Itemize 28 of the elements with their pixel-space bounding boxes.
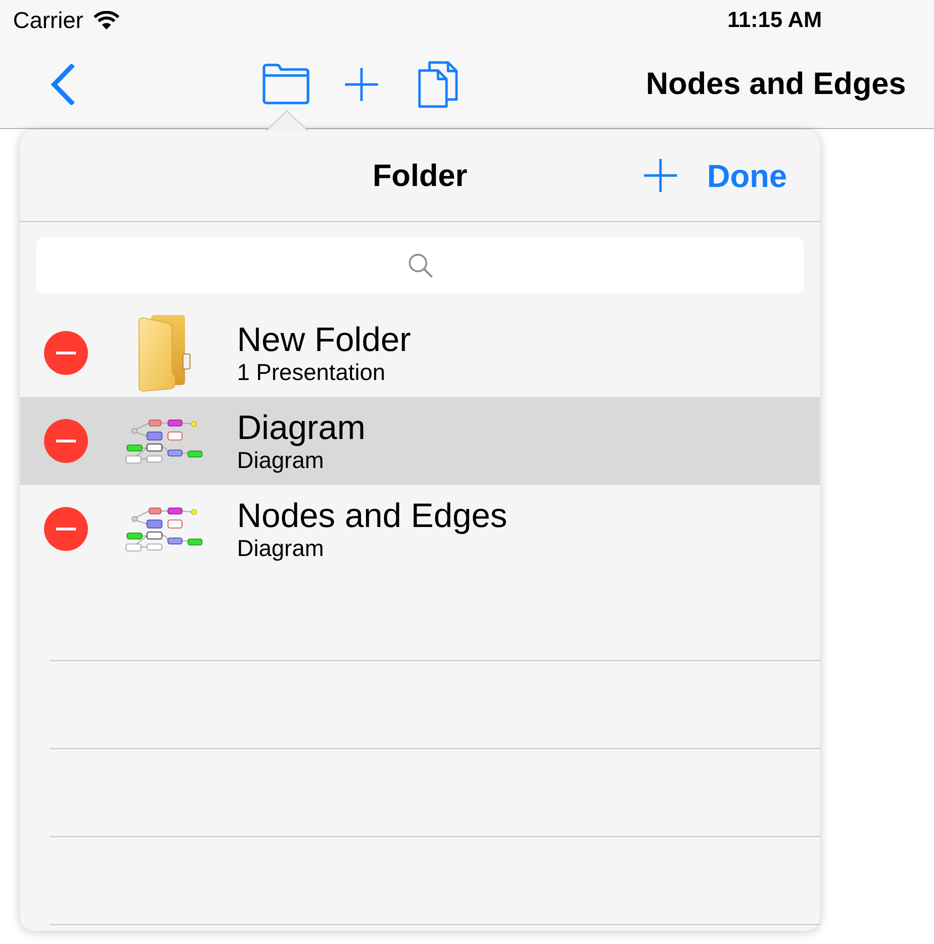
chevron-left-icon[interactable] bbox=[50, 64, 75, 104]
item-title: New Folder bbox=[237, 321, 411, 359]
item-subtitle: Diagram bbox=[237, 535, 325, 561]
document-row[interactable]: Diagram Diagram bbox=[20, 397, 820, 485]
item-title: Diagram bbox=[237, 409, 366, 447]
documents-icon[interactable] bbox=[418, 60, 458, 108]
plus-icon[interactable] bbox=[345, 68, 378, 100]
search-icon bbox=[408, 252, 432, 278]
wifi-icon bbox=[93, 10, 120, 30]
flowchart-icon bbox=[125, 505, 205, 553]
popover-title: Folder bbox=[372, 156, 468, 194]
done-button[interactable]: Done bbox=[707, 156, 787, 194]
document-row[interactable]: Nodes and Edges Diagram bbox=[20, 485, 820, 573]
item-subtitle: 1 Presentation bbox=[237, 359, 386, 385]
folder-icon bbox=[137, 314, 193, 392]
folder-icon[interactable] bbox=[262, 63, 310, 105]
plus-icon[interactable] bbox=[644, 159, 677, 192]
search-field[interactable] bbox=[36, 237, 804, 293]
carrier-name: Carrier bbox=[13, 6, 84, 34]
nav-title: Nodes and Edges bbox=[646, 65, 906, 103]
minus-circle-icon[interactable] bbox=[44, 331, 88, 375]
item-title: Nodes and Edges bbox=[237, 497, 508, 535]
item-subtitle: Diagram bbox=[237, 447, 325, 473]
flowchart-icon bbox=[125, 417, 205, 465]
document-row[interactable]: New Folder 1 Presentation bbox=[20, 309, 820, 397]
minus-circle-icon[interactable] bbox=[44, 507, 88, 551]
minus-circle-icon[interactable] bbox=[44, 419, 88, 463]
status-time: 11:15 AM bbox=[727, 6, 822, 34]
